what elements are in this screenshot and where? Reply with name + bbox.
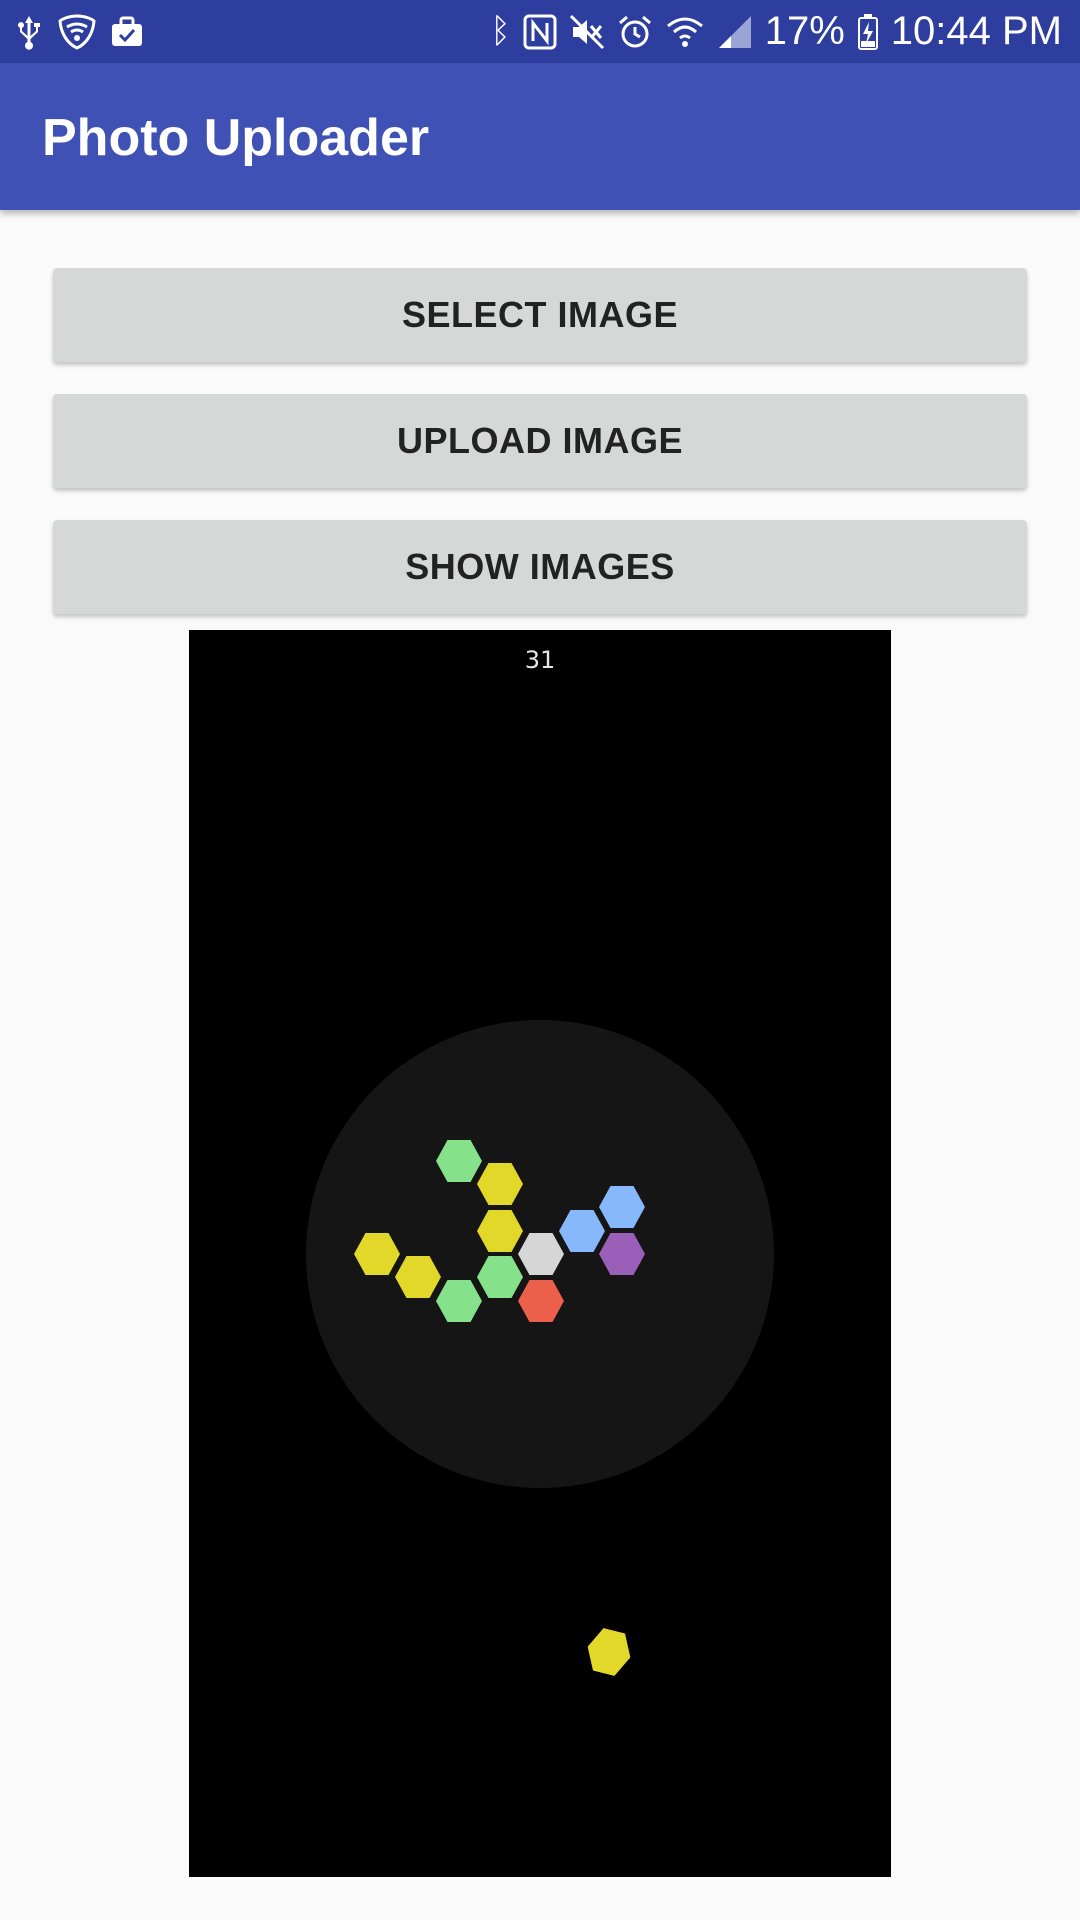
status-left-icons: [14, 10, 144, 54]
mute-icon: [569, 14, 604, 49]
nfc-icon: [523, 14, 557, 49]
signal-icon: [718, 15, 751, 48]
app-title: Photo Uploader: [42, 109, 430, 167]
wifi-icon: [666, 17, 703, 47]
bluetooth-icon: ᛒ: [490, 11, 511, 51]
briefcase-icon: [112, 16, 142, 46]
usb-icon: [18, 16, 40, 50]
battery-charging-icon: [857, 13, 878, 50]
status-right-icons: ᛒ 17% 10:44 PM: [490, 0, 1062, 63]
game-view[interactable]: 31: [189, 630, 891, 1877]
select-image-button[interactable]: SELECT IMAGE: [53, 268, 1027, 362]
score-counter: 31: [524, 646, 556, 674]
shield-icon: [58, 14, 96, 50]
show-images-button[interactable]: SHOW IMAGES: [53, 520, 1027, 614]
falling-hex: [582, 1625, 635, 1678]
battery-percent: 17%: [764, 9, 845, 53]
upload-image-button[interactable]: UPLOAD IMAGE: [53, 394, 1027, 488]
alarm-icon: [618, 15, 651, 47]
clock: 10:44 PM: [890, 9, 1062, 53]
app-bar: Photo Uploader: [0, 63, 1080, 210]
status-bar: ᛒ 17% 10:44 PM: [0, 0, 1080, 63]
